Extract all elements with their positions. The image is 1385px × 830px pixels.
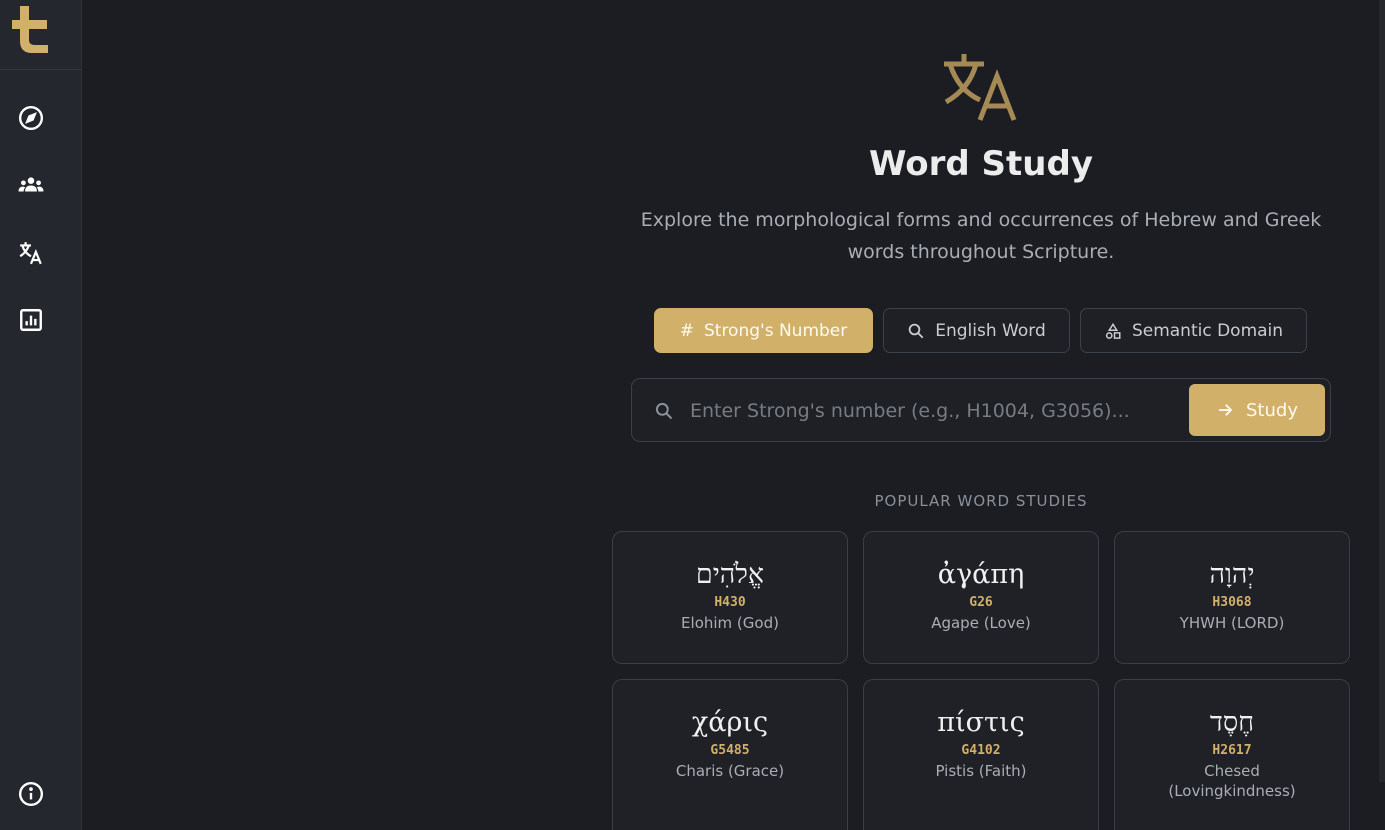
- scrollbar-track[interactable]: [1379, 0, 1385, 782]
- translate-icon: [944, 54, 1017, 121]
- sidebar-item-analytics[interactable]: [16, 305, 46, 335]
- page-subtitle: Explore the morphological forms and occu…: [640, 209, 1322, 263]
- shapes-icon: [1105, 322, 1121, 339]
- sidebar-item-word-study[interactable]: [16, 238, 46, 268]
- tab-strongs-number[interactable]: # Strong's Number: [654, 308, 873, 353]
- word-strongs-number: G26: [969, 595, 993, 610]
- sidebar: [0, 0, 82, 830]
- word-strongs-number: H2617: [1212, 743, 1252, 758]
- translate-icon: [19, 242, 42, 265]
- word-original: πίστις: [937, 707, 1025, 738]
- tab-semantic-domain[interactable]: Semantic Domain: [1080, 308, 1307, 353]
- chart-icon: [20, 309, 42, 331]
- word-card[interactable]: χάρις G5485 Charis (Grace): [612, 679, 848, 830]
- sidebar-header: [0, 0, 81, 70]
- sidebar-item-community[interactable]: [16, 170, 46, 200]
- search-icon: [654, 401, 674, 421]
- word-original: ἀγάπη: [937, 559, 1025, 590]
- word-original: אֱלֹהִים: [695, 559, 765, 590]
- word-original: חֶסֶד: [1209, 707, 1255, 738]
- word-gloss: YHWH (LORD): [1179, 614, 1285, 632]
- word-strongs-number: G4102: [961, 743, 1001, 758]
- cross-logo-icon[interactable]: [10, 4, 52, 54]
- word-card[interactable]: אֱלֹהִים H430 Elohim (God): [612, 531, 848, 664]
- word-gloss: Charis (Grace): [675, 762, 785, 780]
- people-icon: [18, 177, 44, 192]
- word-card[interactable]: ἀγάπη G26 Agape (Love): [863, 531, 1099, 664]
- word-card[interactable]: יְהוָה H3068 YHWH (LORD): [1114, 531, 1350, 664]
- word-gloss: Chesed (Lovingkindness): [1168, 762, 1296, 800]
- sidebar-item-info[interactable]: [16, 779, 46, 809]
- tab-label: Semantic Domain: [1131, 320, 1284, 341]
- info-icon: [18, 781, 44, 807]
- hash-icon: #: [679, 320, 694, 341]
- search-input[interactable]: [690, 393, 1180, 429]
- page-title: Word Study: [868, 144, 1094, 184]
- word-original: χάρις: [691, 707, 769, 738]
- word-gloss: Agape (Love): [931, 614, 1031, 632]
- word-card[interactable]: πίστις G4102 Pistis (Faith): [863, 679, 1099, 830]
- arrow-right-icon: [1219, 404, 1233, 416]
- word-card[interactable]: חֶסֶד H2617 Chesed (Lovingkindness): [1114, 679, 1350, 830]
- word-strongs-number: H3068: [1212, 595, 1252, 610]
- sidebar-item-explore[interactable]: [16, 103, 46, 133]
- word-gloss: Elohim (God): [681, 614, 779, 632]
- popular-studies-heading: POPULAR WORD STUDIES: [874, 492, 1088, 510]
- tab-label: Strong's Number: [703, 320, 848, 341]
- word-strongs-number: G5485: [710, 743, 750, 758]
- compass-icon: [18, 105, 44, 131]
- tab-label: English Word: [935, 320, 1046, 341]
- word-strongs-number: H430: [714, 595, 746, 610]
- word-gloss: Pistis (Faith): [935, 762, 1027, 780]
- search-icon: [908, 323, 924, 338]
- tab-english-word[interactable]: English Word: [883, 308, 1070, 353]
- study-button-label: Study: [1246, 399, 1298, 421]
- study-button[interactable]: Study: [1189, 384, 1325, 436]
- search-bar: Study: [631, 378, 1331, 442]
- word-original: יְהוָה: [1209, 559, 1255, 590]
